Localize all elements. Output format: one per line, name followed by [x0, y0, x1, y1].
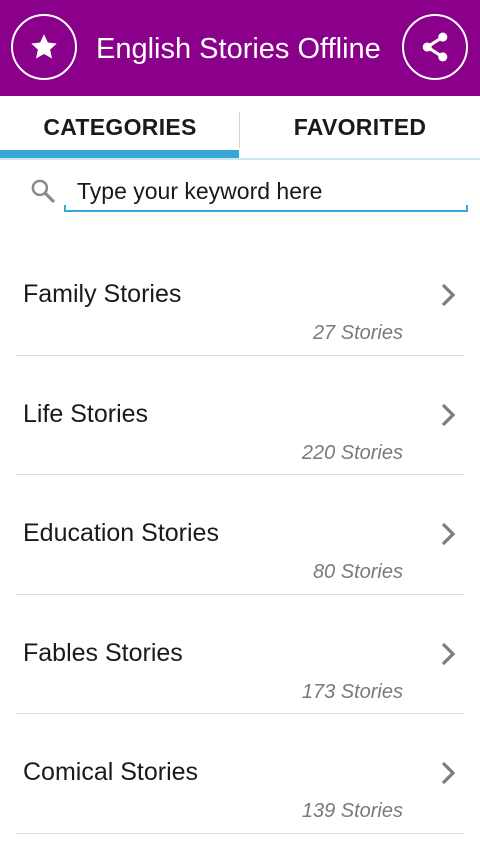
search-icon: [31, 179, 55, 203]
search-underline: [64, 205, 468, 212]
list-item-fables-stories[interactable]: Fables Stories 173 Stories: [0, 595, 480, 714]
share-button[interactable]: [402, 14, 468, 80]
rate-star-button[interactable]: [11, 14, 77, 80]
story-count: 173 Stories: [301, 680, 403, 703]
search-bar: [0, 166, 480, 220]
search-input[interactable]: [66, 172, 466, 210]
list-item-education-stories[interactable]: Education Stories 80 Stories: [0, 475, 480, 595]
category-name: Comical Stories: [23, 758, 199, 786]
chevron-right-icon: [441, 283, 456, 307]
category-name: Life Stories: [23, 399, 149, 428]
category-list: Family Stories 27 Stories Life Stories 2…: [0, 236, 480, 834]
share-icon: [422, 32, 448, 62]
story-count: 220 Stories: [301, 441, 403, 464]
story-count: 139 Stories: [301, 800, 403, 822]
list-item-family-stories[interactable]: Family Stories 27 Stories: [0, 236, 480, 356]
divider: [16, 832, 464, 834]
story-count: 27 Stories: [312, 322, 403, 344]
list-item-life-stories[interactable]: Life Stories 220 Stories: [0, 356, 480, 475]
category-name: Education Stories: [23, 519, 219, 547]
selected-tab-indicator: [0, 150, 239, 158]
app-bar: English Stories Offline: [0, 0, 480, 96]
tab-categories[interactable]: CATEGORIES: [0, 96, 240, 158]
list-item-comical-stories[interactable]: Comical Stories 139 Stories: [0, 714, 480, 834]
chevron-right-icon: [441, 761, 456, 785]
tab-divider: [239, 112, 240, 148]
tab-favorited[interactable]: FAVORITED: [240, 96, 480, 158]
app-title: English Stories Offline: [96, 33, 381, 65]
chevron-right-icon: [441, 522, 456, 546]
chevron-right-icon: [441, 403, 456, 426]
story-count: 80 Stories: [312, 561, 403, 583]
chevron-right-icon: [441, 642, 456, 665]
category-name: Family Stories: [23, 280, 182, 308]
category-name: Fables Stories: [23, 638, 183, 667]
star-icon: [31, 34, 57, 59]
